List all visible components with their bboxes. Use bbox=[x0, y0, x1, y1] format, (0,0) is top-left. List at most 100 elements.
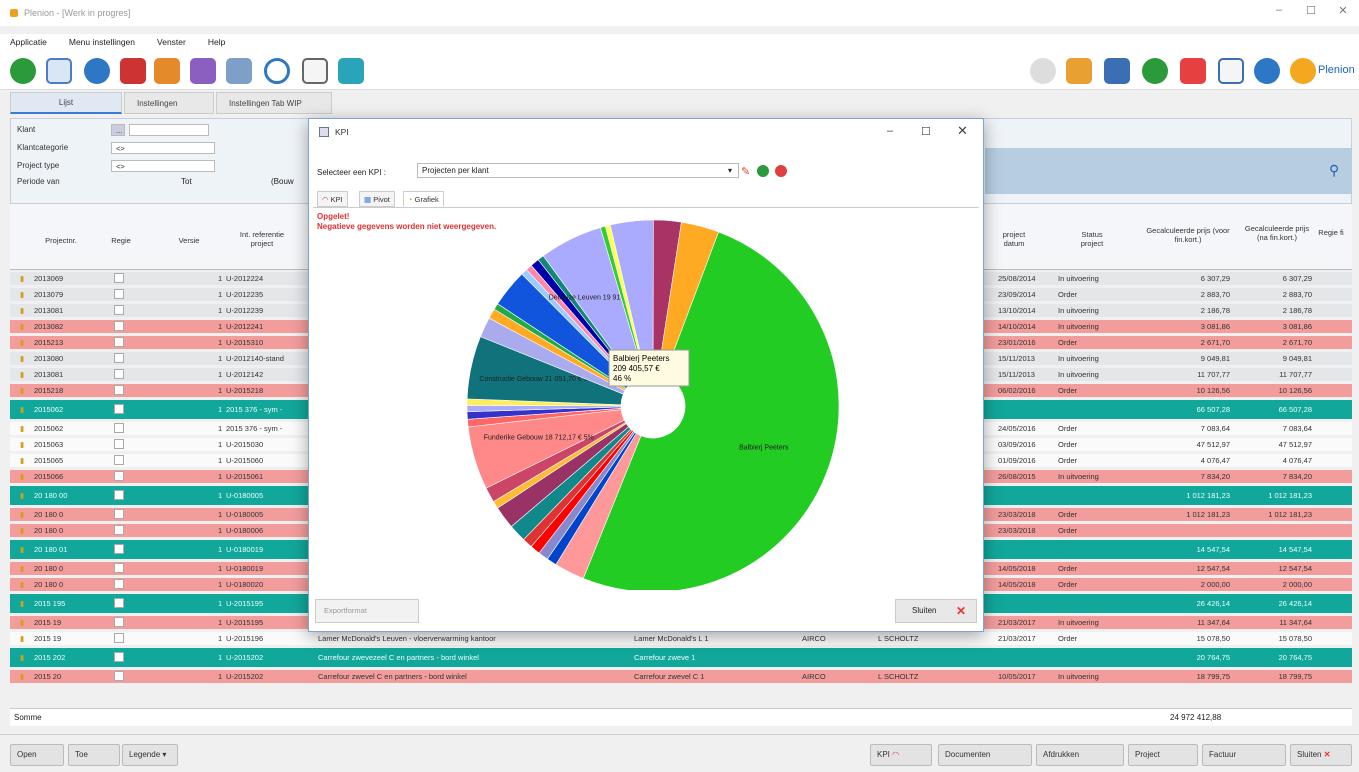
user-icon[interactable] bbox=[154, 58, 180, 84]
export-format-button[interactable]: Exportformat bbox=[315, 599, 419, 623]
settings-icon[interactable] bbox=[84, 58, 110, 84]
tab-instellingen[interactable]: Instellingen bbox=[124, 92, 214, 114]
header-status[interactable]: Status project bbox=[1070, 230, 1114, 248]
filter-periode-tot[interactable]: Tot bbox=[181, 177, 192, 186]
truck-icon[interactable] bbox=[120, 58, 146, 84]
header-regie-fi[interactable]: Regie fi bbox=[1316, 228, 1346, 237]
regie-checkbox[interactable] bbox=[114, 385, 124, 395]
regie-checkbox[interactable] bbox=[114, 525, 124, 535]
regie-checkbox[interactable] bbox=[114, 404, 124, 414]
afdrukken-button[interactable]: Afdrukken bbox=[1036, 744, 1124, 766]
filter-klant-button[interactable]: ... bbox=[111, 124, 125, 136]
menu-venster[interactable]: Venster bbox=[157, 37, 186, 47]
tab-kpi[interactable]: ◠ KPI bbox=[317, 191, 348, 207]
refresh-icon[interactable] bbox=[338, 58, 364, 84]
open-button[interactable]: Open bbox=[10, 744, 64, 766]
regie-checkbox[interactable] bbox=[114, 633, 124, 643]
tab-instellingen-wip[interactable]: Instellingen Tab WIP bbox=[216, 92, 332, 114]
regie-checkbox[interactable] bbox=[114, 455, 124, 465]
cell-calc-voor: 26 426,14 bbox=[1196, 599, 1230, 608]
money-icon[interactable] bbox=[1142, 58, 1168, 84]
calendar-icon[interactable] bbox=[1180, 58, 1206, 84]
legende-button[interactable]: Legende ▾ bbox=[122, 744, 178, 766]
cell-datum: 14/05/2018 bbox=[998, 564, 1036, 573]
clock-icon[interactable] bbox=[264, 58, 290, 84]
tab-grafiek[interactable]: ◔ Grafiek bbox=[403, 191, 444, 207]
regie-checkbox[interactable] bbox=[114, 671, 124, 681]
dialog-maximize-icon[interactable]: ☐ bbox=[921, 125, 931, 138]
cell-categorie: AIRCO bbox=[802, 634, 826, 643]
group-row[interactable]: ▮ 2015 202 1 U-2015202 Carrefour zwevezeel C… bbox=[10, 648, 1352, 667]
filter-klant-field[interactable] bbox=[129, 124, 209, 136]
regie-checkbox[interactable] bbox=[114, 471, 124, 481]
regie-checkbox[interactable] bbox=[114, 490, 124, 500]
header-calc-na[interactable]: Gecalculeerde prijs (na fin.kort.) bbox=[1242, 224, 1312, 242]
regie-checkbox[interactable] bbox=[114, 579, 124, 589]
regie-checkbox[interactable] bbox=[114, 652, 124, 662]
home-icon[interactable] bbox=[10, 58, 36, 84]
search-icon[interactable]: ⚲ bbox=[1329, 162, 1339, 179]
document-icon[interactable] bbox=[302, 58, 328, 84]
menu-applicatie[interactable]: Applicatie bbox=[10, 37, 47, 47]
regie-checkbox[interactable] bbox=[114, 289, 124, 299]
tab-lijst[interactable]: Lijst bbox=[10, 92, 122, 114]
tab-pivot[interactable]: ▦ Pivot bbox=[359, 191, 395, 207]
regie-checkbox[interactable] bbox=[114, 337, 124, 347]
add-icon[interactable] bbox=[757, 165, 769, 177]
delete-icon[interactable] bbox=[775, 165, 787, 177]
menu-help[interactable]: Help bbox=[208, 37, 225, 47]
project-icon: ▮ bbox=[20, 564, 25, 573]
pages-icon[interactable] bbox=[1218, 58, 1244, 84]
map-icon[interactable] bbox=[190, 58, 216, 84]
cell-projectnr: 2013081 bbox=[34, 306, 64, 315]
cell-projectnr: 20 180 01 bbox=[34, 545, 68, 554]
maximize-icon[interactable]: ☐ bbox=[1296, 4, 1326, 22]
kpi-select[interactable]: Projecten per klant ▾ bbox=[417, 163, 739, 178]
cell-status: Order bbox=[1058, 580, 1078, 589]
regie-checkbox[interactable] bbox=[114, 369, 124, 379]
minimize-icon[interactable]: – bbox=[1264, 4, 1294, 22]
users-icon[interactable] bbox=[1066, 58, 1092, 84]
database-icon[interactable] bbox=[226, 58, 252, 84]
filter-klantcategorie-field[interactable]: <> bbox=[111, 142, 215, 154]
regie-checkbox[interactable] bbox=[114, 509, 124, 519]
toe-button[interactable]: Toe bbox=[68, 744, 120, 766]
filter-periode-extra[interactable]: (Bouw bbox=[271, 177, 294, 186]
table-row[interactable]: ▮ 2015 19 1 U-2015196 Lamer McDonald's Leuve… bbox=[10, 632, 1352, 645]
id-card-icon[interactable] bbox=[1104, 58, 1130, 84]
globe-icon[interactable] bbox=[1030, 58, 1056, 84]
header-intref[interactable]: Int. referentie project bbox=[232, 230, 292, 248]
regie-checkbox[interactable] bbox=[114, 439, 124, 449]
cell-calc-na: 11 707,77 bbox=[1279, 370, 1312, 379]
regie-checkbox[interactable] bbox=[114, 273, 124, 283]
help-icon[interactable] bbox=[1254, 58, 1280, 84]
regie-checkbox[interactable] bbox=[114, 353, 124, 363]
regie-checkbox[interactable] bbox=[114, 598, 124, 608]
edit-icon[interactable]: ✎ bbox=[741, 165, 753, 178]
kpi-button[interactable]: KPI ◠ bbox=[870, 744, 932, 766]
filter-projecttype-field[interactable]: <> bbox=[111, 160, 215, 172]
factuur-button[interactable]: Factuur bbox=[1202, 744, 1286, 766]
sluiten-button[interactable]: Sluiten ✕ bbox=[1290, 744, 1352, 766]
dialog-minimize-icon[interactable]: – bbox=[887, 125, 893, 137]
close-icon[interactable]: ✕ bbox=[1328, 4, 1358, 22]
header-regie[interactable]: Regie bbox=[106, 236, 136, 245]
search-icon[interactable] bbox=[46, 58, 72, 84]
header-calc-voor[interactable]: Gecalculeerde prijs (voor fin.kort.) bbox=[1140, 226, 1236, 244]
table-row[interactable]: ▮ 2015 20 1 U-2015202 Carrefour zwevel C en … bbox=[10, 670, 1352, 683]
header-versie[interactable]: Versie bbox=[174, 236, 204, 245]
project-button[interactable]: Project bbox=[1128, 744, 1198, 766]
regie-checkbox[interactable] bbox=[114, 544, 124, 554]
dialog-sluiten-button[interactable]: Sluiten ✕ bbox=[895, 599, 977, 623]
regie-checkbox[interactable] bbox=[114, 321, 124, 331]
regie-checkbox[interactable] bbox=[114, 617, 124, 627]
regie-checkbox[interactable] bbox=[114, 305, 124, 315]
menu-instellingen[interactable]: Menu instellingen bbox=[69, 37, 135, 47]
dialog-close-icon[interactable]: ✕ bbox=[957, 123, 968, 139]
pie-chart-icon: ◔ bbox=[408, 195, 413, 204]
header-projectnr[interactable]: Projectnr. bbox=[36, 236, 86, 245]
header-datum[interactable]: project datum bbox=[994, 230, 1034, 248]
documenten-button[interactable]: Documenten bbox=[938, 744, 1032, 766]
regie-checkbox[interactable] bbox=[114, 423, 124, 433]
regie-checkbox[interactable] bbox=[114, 563, 124, 573]
